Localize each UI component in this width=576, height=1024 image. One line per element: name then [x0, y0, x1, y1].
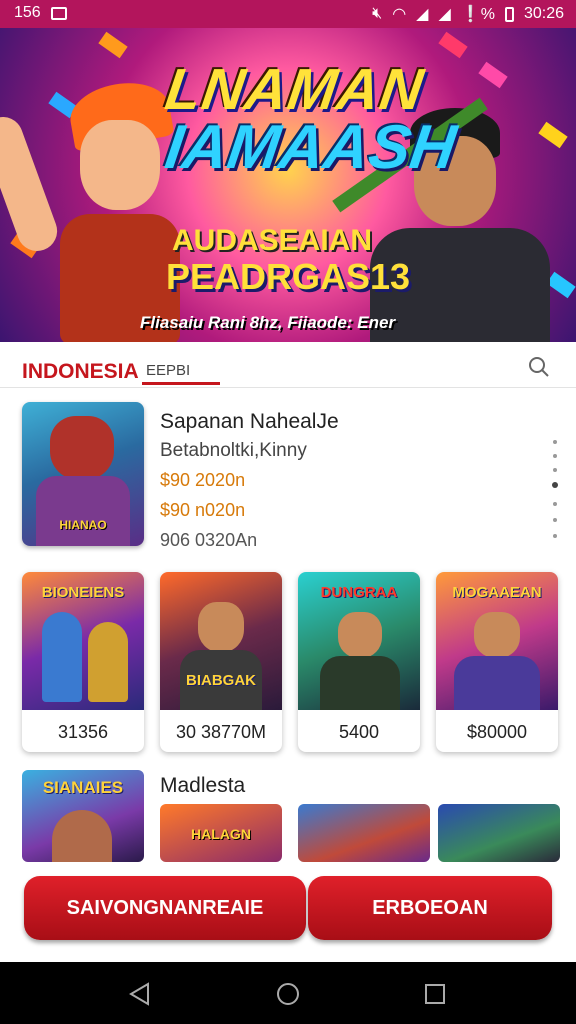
game-card-caption: MOGAAEAN [452, 584, 542, 601]
featured-thumbnail[interactable]: HIANAO [22, 402, 144, 546]
game-card-value: 30 38770M [175, 722, 267, 742]
section-label: Madlesta [160, 774, 246, 797]
game-card[interactable]: MOGAAEAN $80000 [436, 572, 558, 752]
featured-price-1: $90 2020n [160, 470, 246, 490]
category-tabs: INDONESIA EEPBI [0, 342, 576, 388]
banner-title-line2: IAMAASH [161, 113, 461, 182]
home-icon[interactable] [276, 982, 300, 1006]
bottom-thumbnail-caption: SIANAIES [42, 778, 124, 797]
game-card-image [160, 572, 282, 710]
featured-thumbnail-caption: HIANAO [59, 518, 107, 532]
tab-second[interactable]: EEPBI [146, 362, 190, 379]
battery-icon [504, 6, 514, 22]
game-card[interactable]: BIABGAK 30 38770M [160, 572, 282, 752]
game-card-value: 5400 [338, 722, 380, 742]
search-icon[interactable] [528, 356, 550, 378]
signal-icon-2: ◢ [438, 6, 451, 23]
game-card-value: 31356 [57, 722, 109, 742]
hero-banner[interactable]: LNAMAN IAMAASH AUDASEAIAN PEADRGAS13 Fli… [0, 28, 576, 342]
confetti-shard [438, 31, 468, 59]
featured-size: 906 0320An [160, 530, 258, 550]
back-icon[interactable] [128, 982, 152, 1006]
tab-active-indicator [142, 382, 220, 385]
banner-subtitle-line1: AUDASEAIAN [172, 224, 373, 257]
primary-action-button[interactable]: SAIVONGNANREAIE [24, 876, 306, 940]
bottom-thumbnail-1[interactable]: SIANAIES [22, 770, 144, 862]
wifi-icon: ◠ [392, 6, 407, 23]
recents-icon[interactable] [424, 983, 446, 1005]
tab-indonesia[interactable]: INDONESIA [22, 360, 139, 384]
featured-subtitle: Betabnoltki,Kinny [160, 440, 307, 461]
mute-icon: 🔇︎ [372, 5, 383, 22]
featured-price-2: $90 n020n [160, 500, 246, 520]
confetti-shard [98, 31, 128, 59]
featured-title[interactable]: Sapanan NahealJe [160, 410, 339, 434]
secondary-action-button[interactable]: ERBOEOAN [308, 876, 552, 940]
more-options-icon[interactable] [552, 440, 558, 544]
confetti-shard [478, 61, 508, 89]
game-card[interactable]: DUNGRAA 5400 [298, 572, 420, 752]
banner-tagline: Fliasaiu Rani 8hz, Fiiaode: Ener [140, 313, 396, 332]
bottom-thumbnail-caption-2: HALAGN [191, 826, 251, 842]
image-notification-icon [50, 6, 67, 20]
signal-icon: ◢ [416, 6, 429, 23]
battery-text: ❕% [460, 6, 495, 23]
game-card-caption: DUNGRAA [320, 584, 398, 601]
status-bar: 156 🔇︎ ◠ ◢ ◢ ❕% 30:26 [0, 0, 576, 28]
game-card-caption: BIABGAK [186, 672, 256, 689]
game-card-caption: BIONEIENS [41, 584, 125, 601]
system-nav-bar [0, 962, 576, 1024]
status-left-text: 156 [14, 4, 41, 21]
bottom-thumbnail-3[interactable] [298, 804, 430, 862]
bottom-thumbnail-4[interactable] [438, 804, 560, 862]
banner-subtitle-line2: PEADRGAS13 [166, 256, 411, 297]
game-card[interactable]: BIONEIENS 31356 [22, 572, 144, 752]
bottom-thumbnail-2[interactable]: HALAGN [160, 804, 282, 862]
clock: 30:26 [523, 5, 564, 22]
game-card-value: $80000 [466, 722, 528, 742]
